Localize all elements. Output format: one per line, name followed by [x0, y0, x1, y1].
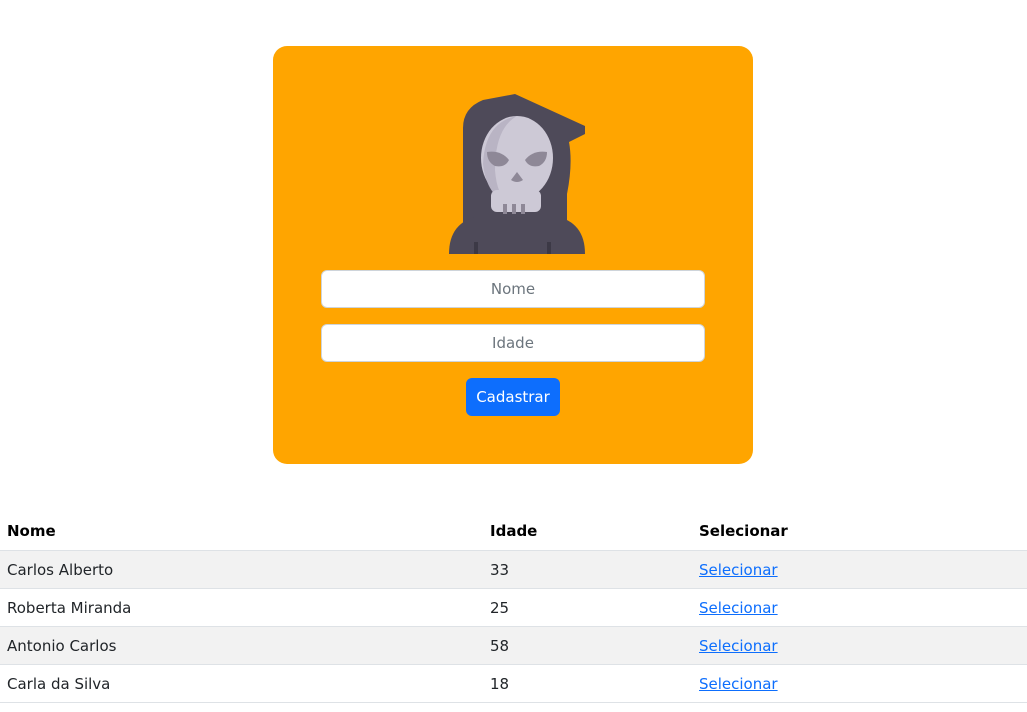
- cell-selecionar: Selecionar: [692, 626, 1027, 665]
- cell-idade: 25: [483, 588, 692, 627]
- cell-idade: 18: [483, 664, 692, 703]
- header-idade: Idade: [483, 512, 692, 551]
- people-table: Nome Idade Selecionar Carlos Alberto 33 …: [0, 512, 1027, 703]
- table-header-row: Nome Idade Selecionar: [0, 512, 1027, 551]
- table-row: Roberta Miranda 25 Selecionar: [0, 588, 1027, 627]
- cell-idade: 33: [483, 550, 692, 589]
- nome-input[interactable]: [321, 270, 705, 308]
- header-nome: Nome: [0, 512, 483, 551]
- selecionar-link[interactable]: Selecionar: [699, 675, 778, 693]
- cell-selecionar: Selecionar: [692, 664, 1027, 703]
- selecionar-link[interactable]: Selecionar: [699, 561, 778, 579]
- table-row: Antonio Carlos 58 Selecionar: [0, 626, 1027, 665]
- selecionar-link[interactable]: Selecionar: [699, 599, 778, 617]
- table-row: Carla da Silva 18 Selecionar: [0, 664, 1027, 703]
- register-card: Cadastrar: [273, 46, 753, 464]
- cell-selecionar: Selecionar: [692, 588, 1027, 627]
- cadastrar-button[interactable]: Cadastrar: [466, 378, 560, 416]
- cell-selecionar: Selecionar: [692, 550, 1027, 589]
- grim-reaper-icon: [449, 94, 585, 254]
- cell-nome: Antonio Carlos: [0, 626, 483, 665]
- cell-nome: Carla da Silva: [0, 664, 483, 703]
- selecionar-link[interactable]: Selecionar: [699, 637, 778, 655]
- cell-nome: Roberta Miranda: [0, 588, 483, 627]
- cell-idade: 58: [483, 626, 692, 665]
- idade-input[interactable]: [321, 324, 705, 362]
- table-row: Carlos Alberto 33 Selecionar: [0, 550, 1027, 589]
- header-selecionar: Selecionar: [692, 512, 1027, 551]
- cell-nome: Carlos Alberto: [0, 550, 483, 589]
